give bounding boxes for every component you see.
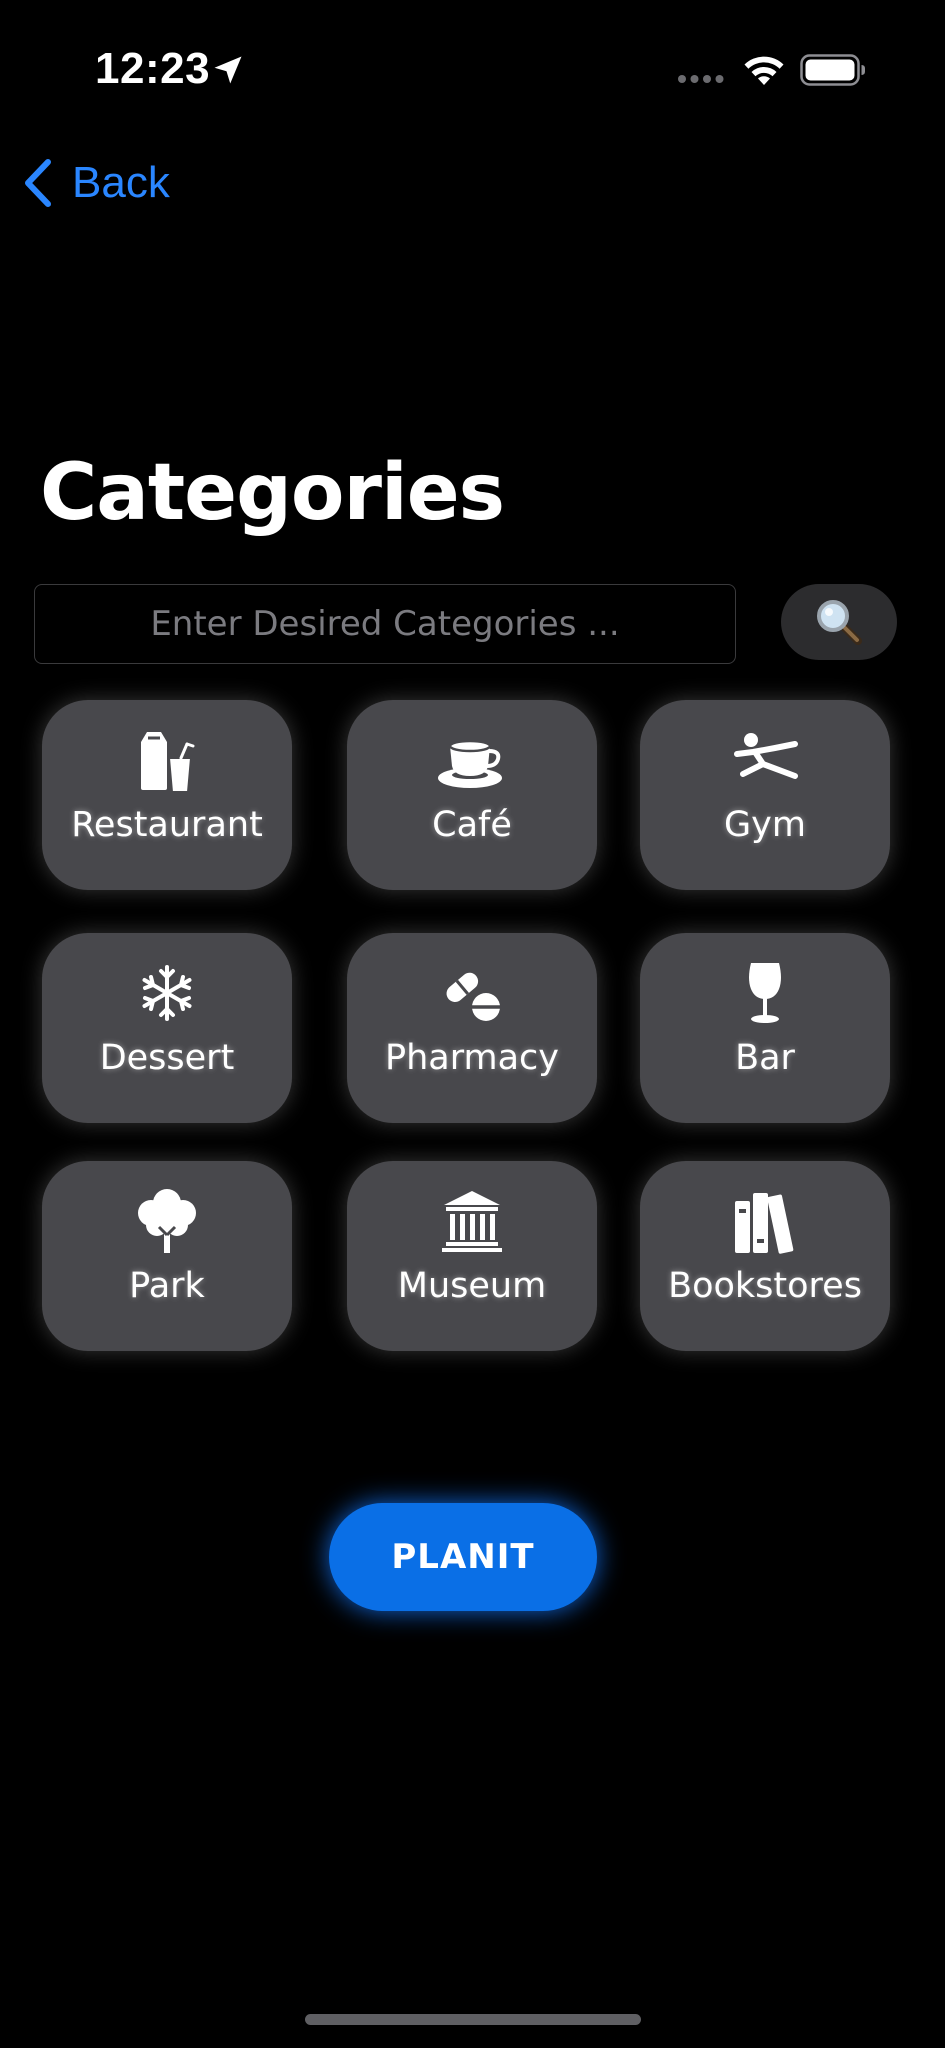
back-button[interactable]: Back — [18, 150, 208, 216]
category-label: Park — [129, 1266, 205, 1306]
category-tile-pharmacy[interactable]: Pharmacy — [347, 933, 597, 1123]
search-field[interactable] — [34, 584, 736, 664]
building-columns-icon — [442, 1191, 502, 1252]
category-tile-gym[interactable]: Gym — [640, 700, 890, 890]
location-arrow-icon — [214, 56, 242, 84]
category-label: Bookstores — [668, 1266, 862, 1306]
search-input[interactable] — [35, 584, 735, 664]
category-label: Dessert — [99, 1038, 235, 1078]
category-tile-park[interactable]: Park — [42, 1161, 292, 1351]
back-label: Back — [72, 158, 170, 207]
planit-button[interactable]: PLANIT — [329, 1503, 597, 1611]
wifi-icon — [744, 56, 784, 85]
wineglass-icon — [749, 963, 781, 1023]
category-tile-bookstores[interactable]: Bookstores — [640, 1161, 890, 1351]
cellular-signal-icon — [678, 75, 724, 83]
coffee-cup-icon — [438, 739, 502, 788]
chevron-left-icon — [25, 159, 51, 207]
category-label: Restaurant — [71, 805, 263, 845]
magnifying-glass-icon — [817, 600, 862, 645]
category-tile-cafe[interactable]: Café — [347, 700, 597, 890]
category-label: Bar — [735, 1038, 795, 1078]
snowflake-icon — [142, 965, 192, 1021]
takeout-bag-icon — [141, 732, 195, 793]
category-tile-dessert[interactable]: Dessert — [42, 933, 292, 1123]
tree-icon — [138, 1189, 196, 1253]
category-label: Museum — [397, 1266, 547, 1306]
pills-icon — [446, 972, 500, 1021]
search-button[interactable] — [781, 584, 897, 660]
battery-icon — [800, 54, 865, 86]
home-indicator[interactable] — [305, 2014, 641, 2025]
category-tile-restaurant[interactable]: Restaurant — [42, 700, 292, 890]
planit-label: PLANIT — [391, 1537, 535, 1577]
books-icon — [735, 1193, 794, 1254]
figure-stretching-icon — [734, 733, 798, 779]
category-label: Gym — [724, 805, 806, 845]
category-tile-museum[interactable]: Museum — [347, 1161, 597, 1351]
category-tile-bar[interactable]: Bar — [640, 933, 890, 1123]
status-time: 12:23 — [95, 44, 211, 93]
category-label: Café — [432, 805, 512, 845]
page-title: Categories — [40, 448, 505, 538]
category-label: Pharmacy — [384, 1038, 559, 1078]
